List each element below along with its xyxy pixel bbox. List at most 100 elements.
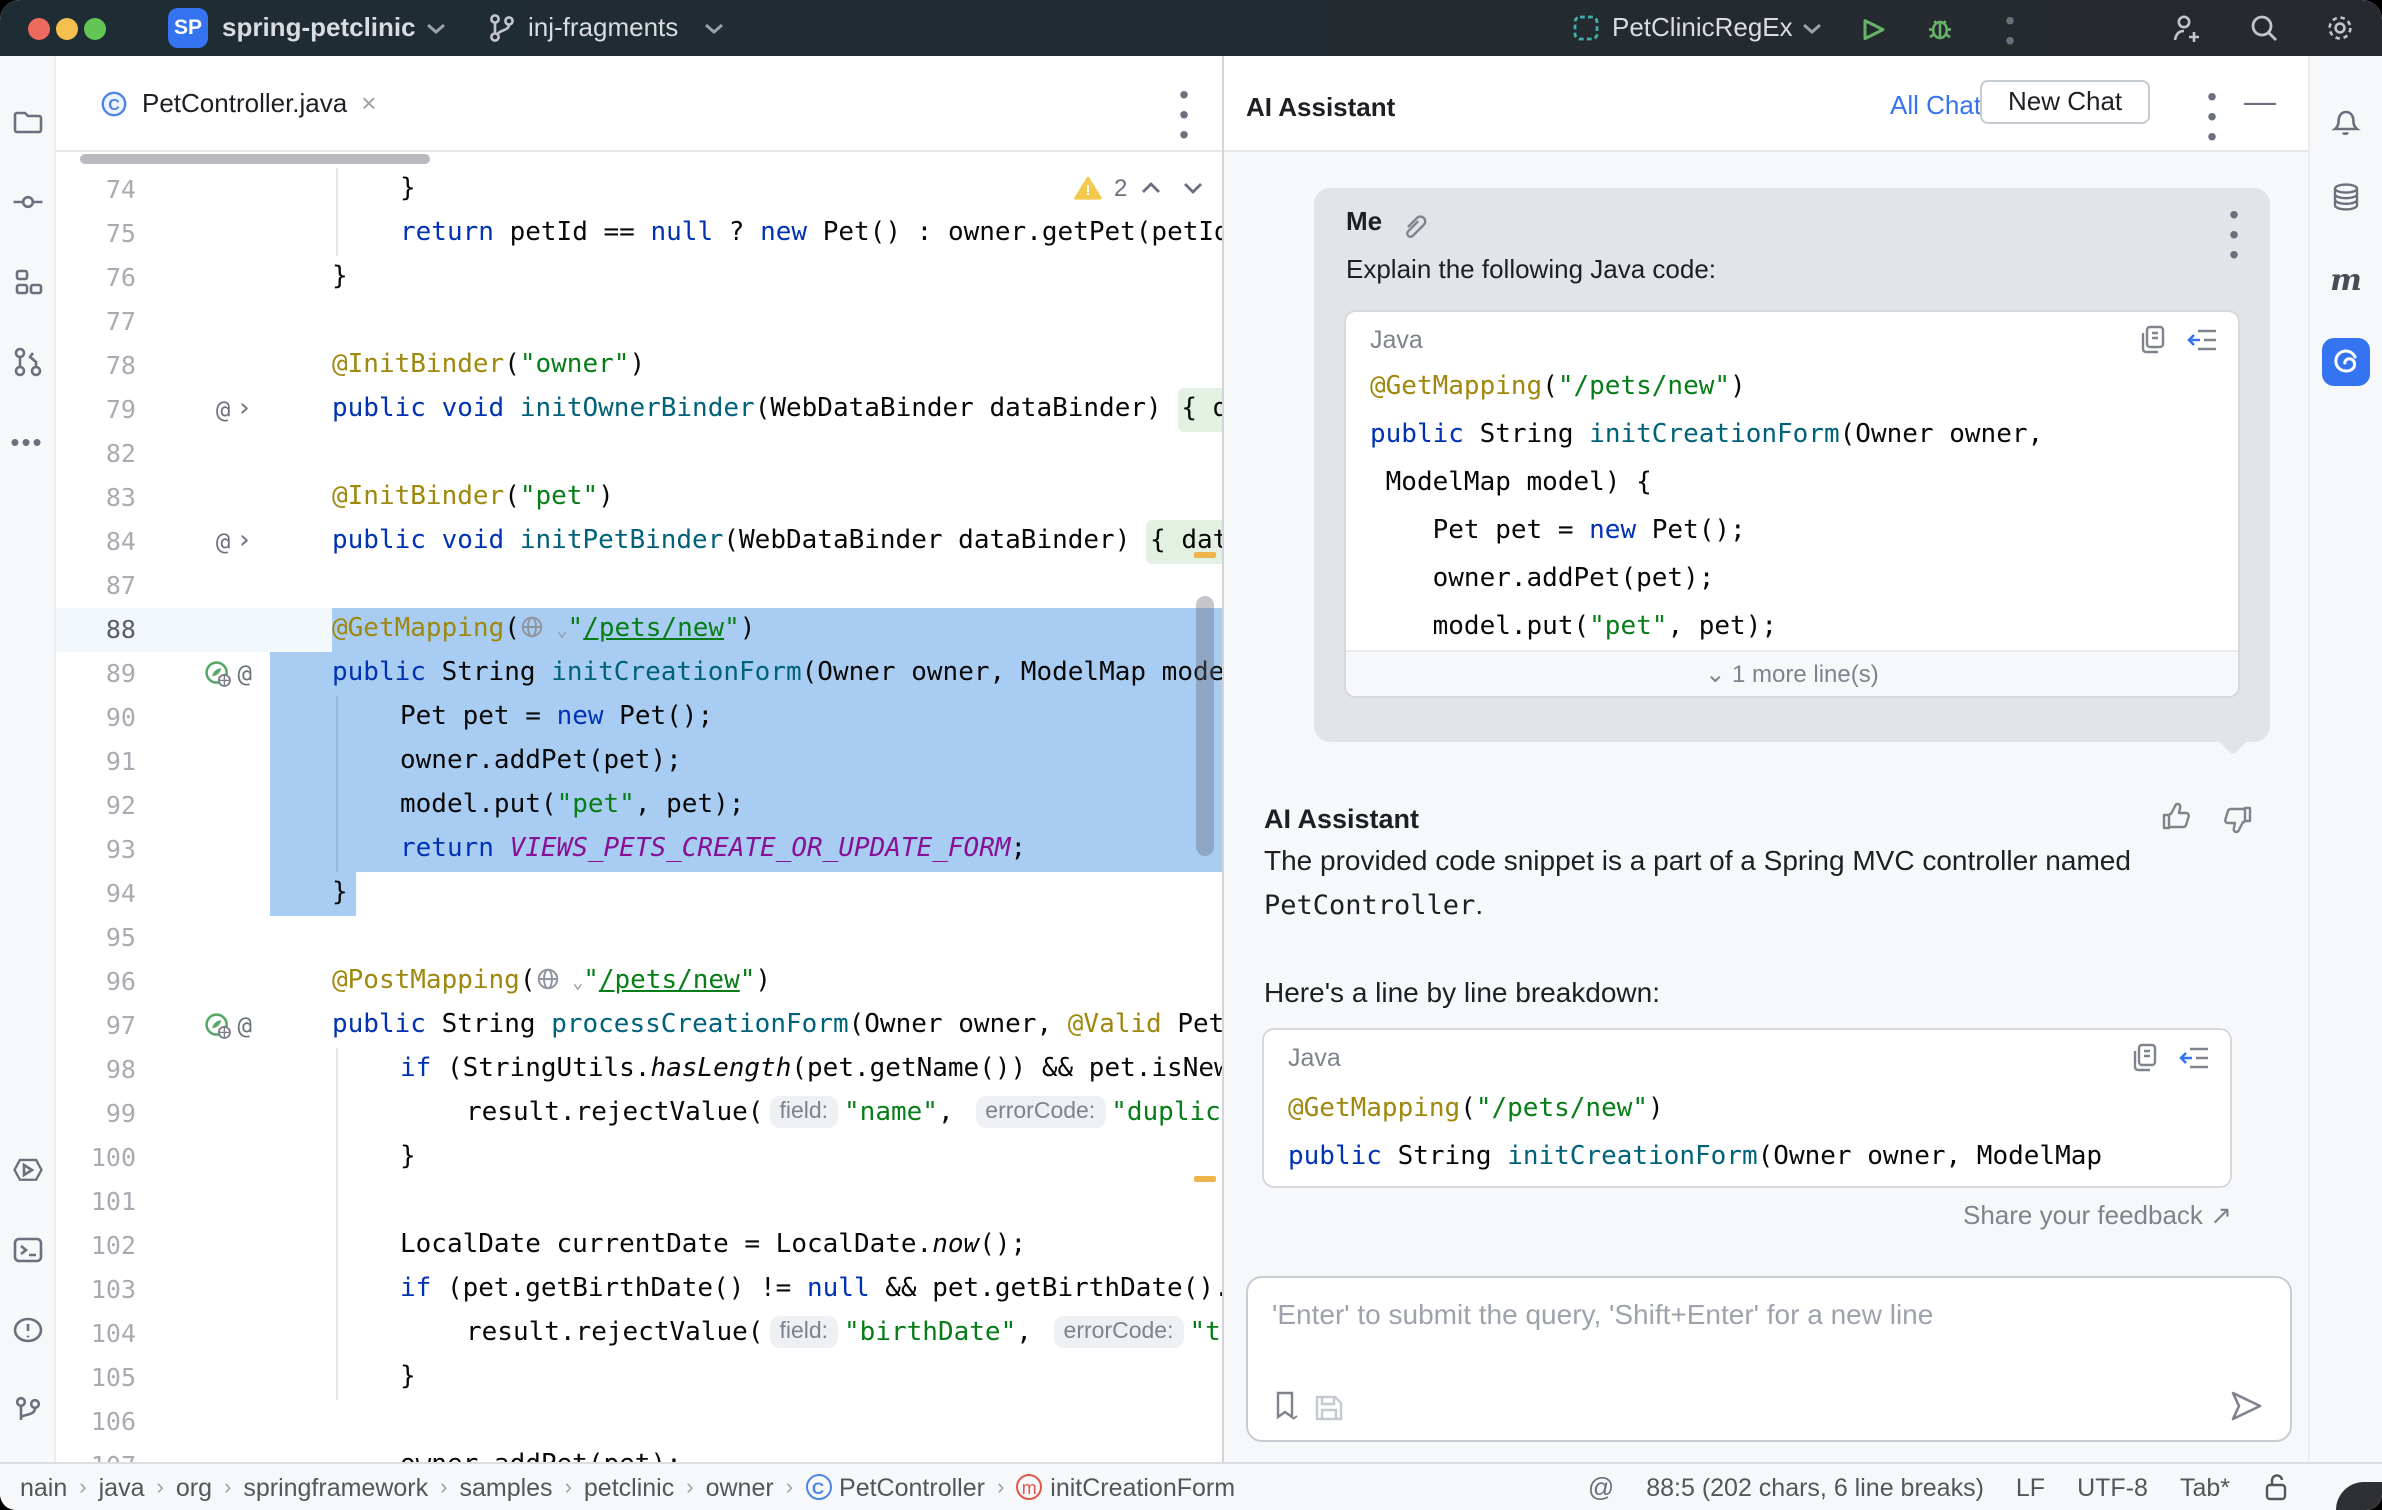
expand-more-lines[interactable]: ⌄ 1 more line(s) [1346,650,2238,696]
annotation-gutter-icon[interactable]: @ [216,520,230,564]
save-icon[interactable] [1314,1392,1344,1422]
breadcrumb-item[interactable]: nain [20,1473,67,1501]
project-tool-icon[interactable] [11,106,43,138]
editor-line[interactable]: 93 return VIEWS_PETS_CREATE_OR_UPDATE_FOR… [56,828,1222,872]
maven-tool-icon[interactable]: m [2330,262,2362,298]
send-icon[interactable] [2228,1388,2266,1424]
ai-options-button[interactable]: • • • [2200,82,2224,150]
spring-mapping-gutter-icon[interactable] [204,1012,232,1040]
window-close-button[interactable] [28,17,50,39]
editor-line[interactable]: 75 return petId == null ? new Pet() : own… [56,212,1222,256]
breadcrumb-item[interactable]: m initCreationForm [1016,1473,1235,1501]
hide-panel-button[interactable]: — [2244,86,2276,122]
message-options-button[interactable]: • • • [2222,200,2246,268]
editor-line[interactable]: 95 [56,916,1222,960]
editor-line[interactable]: 98 if (StringUtils.hasLength(pet.getName(… [56,1048,1222,1092]
editor-line[interactable]: 83 @InitBinder("pet") [56,476,1222,520]
inspections-status-icon[interactable]: @ [1588,1472,1614,1502]
prompt-library-icon[interactable] [1272,1390,1302,1422]
editor-line[interactable]: 101 [56,1180,1222,1224]
editor-line[interactable]: 90 Pet pet = new Pet(); [56,696,1222,740]
settings-gear-icon[interactable] [2324,12,2356,44]
line-separator[interactable]: LF [2016,1473,2045,1501]
thumbs-up-icon[interactable] [2160,800,2194,834]
editor-line[interactable]: 105} [56,1356,1222,1400]
ai-assistant-tool-icon[interactable] [2322,338,2370,386]
git-tool-icon[interactable] [11,1394,43,1426]
editor-line[interactable]: 106 [56,1400,1222,1444]
editor-line[interactable]: 76} [56,256,1222,300]
editor-line[interactable]: 92 model.put("pet", pet); [56,784,1222,828]
tab-close-icon[interactable]: × [361,88,376,118]
services-tool-icon[interactable] [9,1154,45,1186]
all-chats-link[interactable]: All Chats [1890,90,1994,120]
spring-mapping-gutter-icon[interactable] [204,660,232,688]
editor-line[interactable]: 84 @ › public void initPetBinder(WebDataBin… [56,520,1222,564]
breadcrumb-item[interactable]: petclinic [584,1473,674,1501]
editor-line[interactable]: 82 [56,432,1222,476]
breadcrumb-item[interactable]: org [176,1473,212,1501]
editor-line[interactable]: 87 [56,564,1222,608]
breadcrumb-item[interactable]: samples [459,1473,552,1501]
file-encoding[interactable]: UTF-8 [2077,1473,2148,1501]
insert-at-caret-icon[interactable] [2178,1043,2210,1071]
editor-line[interactable]: 88 @GetMapping( ⌄"/pets/new") [56,608,1222,652]
editor-line[interactable]: 103 if (pet.getBirthDate() != null && pet… [56,1268,1222,1312]
terminal-tool-icon[interactable] [11,1234,43,1266]
database-tool-icon[interactable] [2330,181,2362,215]
window-zoom-button[interactable] [84,17,106,39]
notifications-bell-icon[interactable] [2329,105,2363,139]
editor-line[interactable]: 77 [56,300,1222,344]
window-minimize-button[interactable] [56,17,78,39]
breadcrumb-item[interactable]: java [99,1473,145,1501]
editor-scrollbar-thumb[interactable] [1196,596,1214,856]
chat-input-box[interactable] [1246,1276,2292,1442]
breadcrumb-item[interactable]: owner [706,1473,774,1501]
branch-name[interactable]: inj-fragments [528,0,678,56]
editor-line[interactable]: 79 @ › public void initOwnerBinder(WebDataB… [56,388,1222,432]
caret-position[interactable]: 88:5 (202 chars, 6 line breaks) [1646,1473,1984,1501]
chat-input[interactable] [1248,1278,2290,1382]
globe-icon[interactable] [520,614,546,640]
editor-line[interactable]: 74} [56,168,1222,212]
problems-tool-icon[interactable] [11,1314,43,1346]
tab-petcontroller[interactable]: C PetController.java × [56,56,404,150]
attachment-paperclip-icon[interactable] [1400,210,1428,238]
debug-button[interactable] [1924,12,1956,44]
editor-line[interactable]: 104 result.rejectValue(field: "birthDate",… [56,1312,1222,1356]
git-branch-icon[interactable] [486,12,518,44]
code-editor[interactable]: 74} 75 return petId == null ? new Pet() : … [56,152,1222,1462]
indent-style[interactable]: Tab* [2180,1473,2230,1501]
annotation-gutter-icon[interactable]: @ [238,1004,252,1048]
breadcrumb-item[interactable]: C PetController [805,1473,985,1501]
editor-options-button[interactable]: • • • [1172,80,1196,148]
editor-line[interactable]: 78 @InitBinder("owner") [56,344,1222,388]
project-badge[interactable]: SP [168,8,208,48]
editor-line[interactable]: 89 @ public String initCreationForm(Owner … [56,652,1222,696]
editor-line[interactable]: 102 LocalDate currentDate = LocalDate.now… [56,1224,1222,1268]
navigate-gutter-icon[interactable]: › [236,388,252,432]
globe-icon[interactable] [536,966,562,992]
copy-icon[interactable] [2130,1042,2158,1072]
inspections-widget[interactable]: ! 2 [1066,172,1212,204]
pull-requests-tool-icon[interactable] [10,345,44,379]
more-tools-icon[interactable]: ••• [10,427,43,457]
add-user-icon[interactable] [2168,12,2202,46]
thumbs-down-icon[interactable] [2220,802,2254,836]
project-name[interactable]: spring-petclinic [222,0,416,56]
next-problem-icon[interactable] [1181,180,1203,196]
annotation-gutter-icon[interactable]: @ [238,652,252,696]
editor-line[interactable]: 97 @ public String processCreationForm(Own… [56,1004,1222,1048]
unlock-icon[interactable] [2262,1472,2290,1502]
editor-line[interactable]: 107owner.addPet(pet); [56,1444,1222,1462]
editor-line[interactable]: 99 result.rejectValue(field: "name", error… [56,1092,1222,1136]
run-button[interactable] [1858,14,1886,42]
editor-line[interactable]: 96 @PostMapping( ⌄"/pets/new") [56,960,1222,1004]
run-config-name[interactable]: PetClinicRegEx [1612,0,1793,56]
annotation-gutter-icon[interactable]: @ [216,388,230,432]
navigate-gutter-icon[interactable]: › [236,520,252,564]
share-feedback-link[interactable]: Share your feedback ↗ [1262,1200,2232,1232]
copy-icon[interactable] [2138,324,2166,354]
insert-at-caret-icon[interactable] [2186,325,2218,353]
folded-region[interactable]: { d [1177,388,1222,432]
